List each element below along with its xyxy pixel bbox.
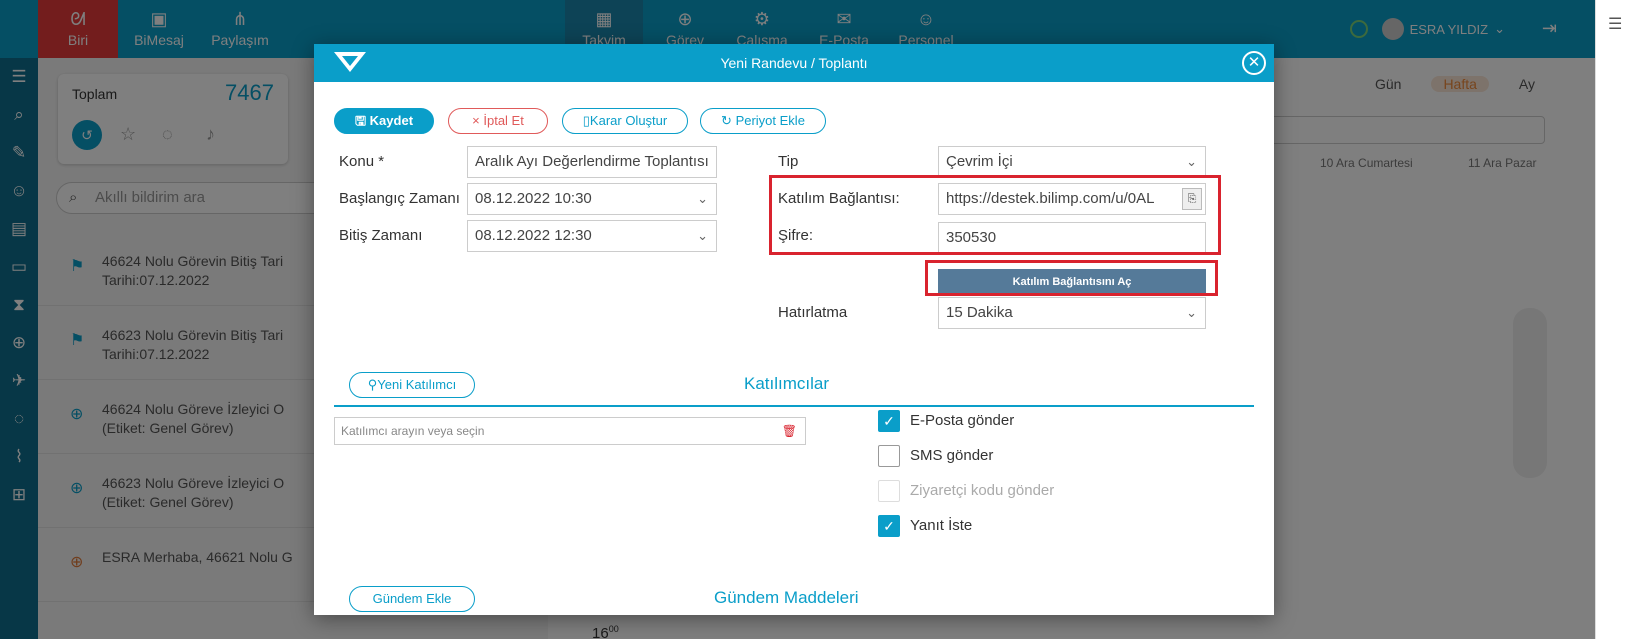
add-participant-button[interactable]: ⚲Yeni Katılımcı — [349, 372, 475, 398]
end-time-field[interactable]: 08.12.2022 12:30 ⌄ — [467, 220, 717, 252]
highlight-box — [925, 260, 1218, 296]
chevron-down-icon: ⌄ — [697, 191, 708, 206]
logo-icon — [334, 52, 366, 72]
menu-icon[interactable]: ☰ — [1608, 14, 1622, 34]
reminder-select[interactable]: 15 Dakika ⌄ — [938, 297, 1206, 329]
close-button[interactable]: ✕ — [1242, 51, 1266, 75]
right-edge-panel: ☰ — [1595, 0, 1631, 639]
participants-title: Katılımcılar — [744, 374, 830, 393]
add-period-button[interactable]: ↻ Periyot Ekle — [700, 108, 826, 134]
modal-title: Yeni Randevu / Toplantı — [720, 55, 868, 71]
type-select[interactable]: Çevrim İçi ⌄ — [938, 146, 1206, 178]
visitor-code-checkbox — [878, 480, 900, 502]
user-plus-icon: ⚲ — [367, 377, 378, 392]
save-button[interactable]: 🖫 Kaydet — [334, 108, 434, 134]
close-icon: ✕ — [1247, 54, 1261, 71]
email-checkbox[interactable]: ✓ — [878, 410, 900, 432]
check-icon: ✓ — [883, 413, 895, 429]
sms-checkbox-label: SMS gönder — [910, 447, 994, 464]
agenda-title: Gündem Maddeleri — [714, 588, 859, 607]
modal-header: Yeni Randevu / Toplantı ✕ — [314, 44, 1274, 82]
sms-checkbox[interactable] — [878, 445, 900, 467]
highlight-box — [769, 175, 1221, 255]
close-icon: × — [472, 113, 484, 128]
subject-label: Konu * — [339, 153, 385, 170]
end-label: Bitiş Zamanı — [339, 227, 423, 244]
request-response-checkbox[interactable]: ✓ — [878, 515, 900, 537]
chevron-down-icon: ⌄ — [697, 228, 708, 243]
refresh-icon: ↻ — [721, 113, 736, 128]
document-icon: ▯ — [582, 113, 590, 128]
save-icon: 🖫 — [354, 113, 370, 128]
reminder-label: Hatırlatma — [778, 304, 848, 321]
create-decision-button[interactable]: ▯Karar Oluştur — [562, 108, 688, 134]
start-time-field[interactable]: 08.12.2022 10:30 ⌄ — [467, 183, 717, 215]
visitor-code-checkbox-label: Ziyaretçi kodu gönder — [910, 482, 1055, 499]
trash-icon[interactable]: 🗑 — [782, 418, 797, 444]
chevron-down-icon: ⌄ — [1186, 305, 1197, 320]
cancel-button[interactable]: × İptal Et — [448, 108, 548, 134]
appointment-modal: Yeni Randevu / Toplantı ✕ 🖫 Kaydet × İpt… — [314, 44, 1274, 615]
chevron-down-icon: ⌄ — [1186, 154, 1197, 169]
request-response-checkbox-label: Yanıt İste — [910, 517, 973, 534]
email-checkbox-label: E-Posta gönder — [910, 412, 1015, 429]
section-divider — [334, 405, 1254, 407]
add-agenda-button[interactable]: Gündem Ekle — [349, 586, 475, 612]
start-label: Başlangıç Zamanı — [339, 190, 460, 207]
type-label: Tip — [778, 153, 799, 170]
subject-field[interactable]: Aralık Ayı Değerlendirme Toplantısı — [467, 146, 717, 178]
check-icon: ✓ — [883, 518, 895, 534]
participant-search-input[interactable]: Katılımcı arayın veya seçin 🗑 — [334, 417, 806, 445]
